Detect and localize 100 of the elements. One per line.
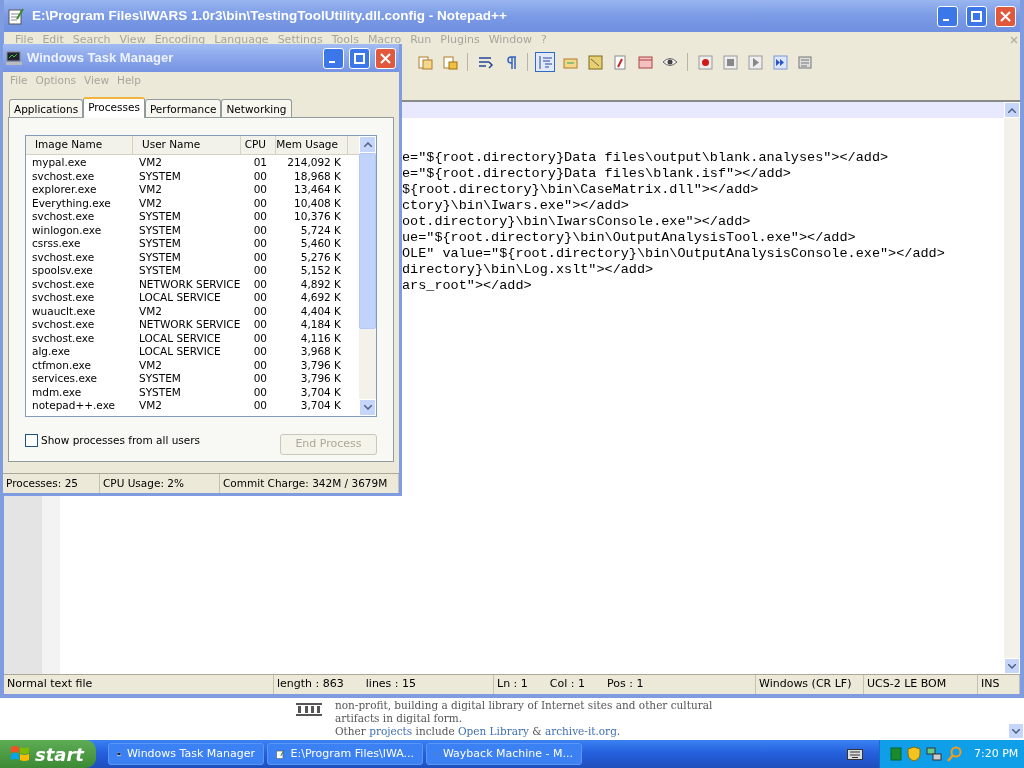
indent-guide-icon[interactable]	[535, 52, 555, 72]
page-text: artifacts in digital form.	[335, 712, 464, 725]
clock: 7:20 PM	[974, 745, 1019, 762]
column-header[interactable]: Image Name	[26, 136, 133, 154]
close-button[interactable]	[375, 47, 396, 69]
table-cell-text: 4,404 K	[299, 304, 342, 318]
menu-item[interactable]: Help	[113, 73, 145, 89]
table-cell-text: 3,796 K	[299, 358, 342, 372]
table-cell-text: 00	[252, 358, 268, 372]
table-cell-text: 214,092 K	[286, 156, 342, 170]
maximize-button[interactable]	[349, 47, 370, 69]
table-cell-text: 00	[252, 277, 268, 291]
table-cell-text: svchost.exe	[31, 318, 96, 332]
scroll-up-button[interactable]	[1004, 102, 1020, 118]
table-cell-text: 3,968 K	[299, 345, 342, 359]
scroll-down-button[interactable]	[1004, 658, 1020, 674]
table-cell-text: VM2	[138, 196, 163, 210]
status-text: Col : 1	[549, 676, 585, 693]
menu-item[interactable]: Macro	[363, 33, 406, 47]
menu-item[interactable]: Window	[484, 33, 537, 47]
scroll-down-button[interactable]	[359, 399, 376, 416]
start-button[interactable]: start	[0, 740, 96, 768]
link[interactable]: projects	[369, 725, 413, 737]
tab[interactable]: Networking	[221, 99, 292, 117]
table-cell-text: 00	[252, 250, 268, 264]
table-cell-text: 00	[252, 318, 268, 332]
table-cell-text: 00	[252, 291, 268, 305]
minimize-button[interactable]	[937, 5, 958, 27]
table-cell-text: notepad++.exe	[31, 399, 116, 413]
scroll-down-button[interactable]	[1008, 723, 1024, 739]
column-header[interactable]: CPU	[241, 136, 276, 154]
table-cell-text: Everything.exe	[31, 196, 112, 210]
table-cell-text: ctfmon.exe	[31, 358, 92, 372]
table-cell-text: 00	[252, 210, 268, 224]
stop-icon[interactable]	[720, 52, 740, 72]
tab[interactable]: Processes	[83, 97, 145, 118]
table-cell-text: SYSTEM	[138, 169, 182, 183]
code-line: e="${root.directory}Data files\blank.isf"></add>	[402, 166, 791, 182]
maximize-button[interactable]	[966, 5, 987, 27]
table-cell-text: 00	[252, 372, 268, 386]
table-cell-text: LOCAL SERVICE	[138, 345, 222, 359]
minimize-button[interactable]	[323, 47, 344, 69]
table-cell-text: 5,724 K	[299, 223, 342, 237]
table-cell-text: VM2	[138, 358, 163, 372]
menu-item[interactable]: Plugins	[436, 33, 484, 47]
link[interactable]: archive-it.org	[544, 725, 617, 737]
shield-icon[interactable]	[907, 746, 921, 762]
table-cell-text: 3,796 K	[299, 372, 342, 386]
taskbar-button[interactable]: Wayback Machine - M...	[426, 743, 582, 765]
menu-item[interactable]: Search	[68, 33, 115, 47]
scroll-thumb[interactable]	[359, 153, 376, 329]
status-text: lines : 15	[365, 676, 417, 693]
table-cell-text: 00	[252, 237, 268, 251]
code-line: e="${root.directory}Data files\output\blank.analyses"></add>	[402, 150, 889, 166]
table-cell-text: LOCAL SERVICE	[138, 291, 222, 305]
menu-item[interactable]: Options	[31, 73, 81, 89]
menu-item[interactable]: Settings	[273, 33, 327, 47]
code-line: directory}\bin\Log.xslt"></add>	[402, 262, 654, 278]
table-cell-text: SYSTEM	[138, 250, 182, 264]
table-cell-text: SYSTEM	[138, 210, 182, 224]
table-cell-text: svchost.exe	[31, 250, 96, 264]
taskbar-button[interactable]: E:\Program Files\IWA...	[267, 743, 423, 765]
close-icon	[380, 52, 391, 64]
menu-item[interactable]: Encoding	[150, 33, 210, 47]
menu-item[interactable]: Tools	[327, 33, 363, 47]
keyboard-icon[interactable]	[847, 748, 863, 760]
column-header[interactable]: User Name	[133, 136, 241, 154]
menu-item[interactable]: ?	[537, 33, 551, 47]
checkbox[interactable]	[25, 434, 38, 447]
status-text: Processes: 25	[3, 474, 100, 493]
taskbar-button[interactable]: Windows Task Manager	[108, 743, 264, 765]
network-icon[interactable]	[926, 746, 942, 762]
menu-item[interactable]: File	[6, 73, 32, 89]
table-cell-text: explorer.exe	[31, 183, 98, 197]
menu-item[interactable]: View	[115, 33, 150, 47]
table-cell-text: 10,376 K	[293, 210, 342, 224]
table-cell-text: 3,704 K	[299, 399, 342, 413]
windows-logo-icon	[10, 745, 30, 763]
table-cell-text: SYSTEM	[138, 223, 182, 237]
menu-item[interactable]: Run	[406, 33, 436, 47]
table-cell-text: mypal.exe	[31, 156, 88, 170]
caret-down-icon	[1008, 663, 1016, 669]
close-button[interactable]	[995, 5, 1016, 27]
table-cell-text: svchost.exe	[31, 277, 96, 291]
table-cell-text: svchost.exe	[31, 291, 96, 305]
column-header[interactable]: Mem Usage	[276, 136, 348, 154]
status-text: CPU Usage: 2%	[100, 474, 220, 493]
status-text: Ln : 1	[497, 676, 528, 693]
menu-item[interactable]: Edit	[38, 33, 68, 47]
play-icon[interactable]	[745, 52, 765, 72]
tab[interactable]: Performance	[144, 99, 222, 117]
table-cell-text: alg.exe	[31, 345, 71, 359]
scroll-up-button[interactable]	[359, 136, 376, 153]
menu-item[interactable]: View	[80, 73, 113, 89]
record-icon[interactable]	[695, 52, 715, 72]
window-title: E:\Program Files\IWARS 1.0r3\bin\TestingToolUtility.dll.config - Notepad++	[32, 6, 508, 25]
tab[interactable]: Applications	[9, 99, 84, 117]
menu-item[interactable]: File	[11, 33, 38, 47]
fast-forward-icon[interactable]	[770, 52, 790, 72]
link[interactable]: Open Library	[457, 725, 529, 737]
